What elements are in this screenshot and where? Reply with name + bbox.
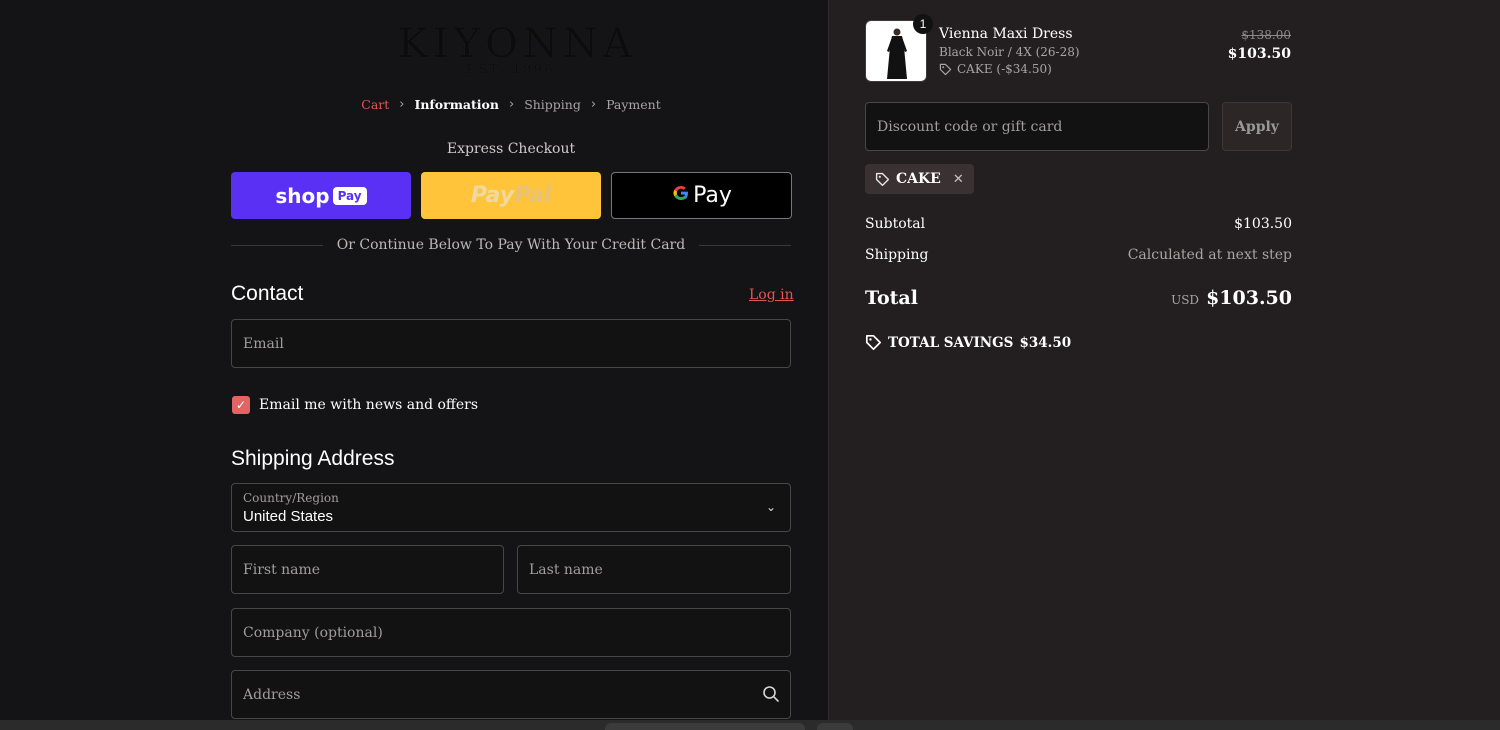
shipping-row: Shipping Calculated at next step: [865, 247, 1292, 263]
total-value: $103.50: [1206, 287, 1292, 309]
shop-pay-text: shop: [275, 183, 330, 208]
first-name-field[interactable]: [231, 545, 504, 594]
google-g-icon: [671, 183, 691, 209]
email-field[interactable]: [231, 319, 791, 368]
compare-at-price: $138.00: [1241, 28, 1291, 42]
product-discount: CAKE (-$34.50): [939, 62, 1052, 76]
chevron-down-icon: ⌄: [765, 500, 776, 514]
divider-text: Or Continue Below To Pay With Your Credi…: [336, 237, 686, 253]
product-price: $103.50: [1227, 46, 1291, 62]
search-icon[interactable]: [762, 685, 780, 703]
product-variant: Black Noir / 4X (26-28): [939, 45, 1080, 59]
total-row: Total USD $103.50: [865, 287, 1292, 309]
breadcrumb: Cart › Information › Shipping › Payment: [231, 97, 791, 112]
divider-line: [231, 244, 323, 246]
discount-code-input[interactable]: [866, 103, 1208, 150]
subtotal-label: Subtotal: [865, 216, 926, 232]
address-field[interactable]: [231, 670, 791, 719]
country-label: Country/Region: [243, 491, 339, 505]
chevron-right-icon: ›: [399, 97, 405, 112]
breadcrumb-information: Information: [414, 97, 499, 112]
product-name: Vienna Maxi Dress: [939, 26, 1073, 42]
breadcrumb-cart[interactable]: Cart: [361, 97, 389, 112]
shipping-address-title: Shipping Address: [231, 447, 395, 470]
newsletter-label: Email me with news and offers: [259, 397, 479, 413]
dress-image: [887, 28, 907, 79]
quantity-badge: 1: [913, 14, 933, 34]
newsletter-option[interactable]: ✓ Email me with news and offers: [232, 396, 478, 414]
tag-icon: [939, 63, 952, 75]
country-select[interactable]: Country/Region United States ⌄: [231, 483, 791, 532]
tag-icon: [875, 172, 890, 186]
apply-button[interactable]: Apply: [1222, 102, 1292, 151]
savings-label: TOTAL SAVINGS: [888, 334, 1014, 351]
total-amount: USD $103.50: [1171, 287, 1292, 309]
shop-pay-chip: Pay: [332, 186, 367, 205]
divider-line: [699, 244, 791, 246]
last-name-input[interactable]: [518, 546, 790, 593]
last-name-field[interactable]: [517, 545, 791, 594]
tag-icon: [865, 334, 882, 351]
paypal-text-pal: Pal: [514, 183, 552, 208]
google-pay-button[interactable]: Pay: [611, 172, 792, 219]
address-input[interactable]: [232, 671, 790, 718]
browser-bottom-bar: [0, 720, 1500, 730]
paypal-text-pay: Pay: [470, 183, 515, 208]
google-pay-text: Pay: [693, 183, 732, 208]
applied-discount-chip: CAKE ✕: [865, 164, 974, 194]
express-checkout-title: Express Checkout: [446, 141, 576, 157]
remove-code-icon[interactable]: ✕: [953, 172, 964, 187]
company-field[interactable]: [231, 608, 791, 657]
discount-code-field[interactable]: [865, 102, 1209, 151]
total-savings: TOTAL SAVINGS $34.50: [865, 334, 1071, 351]
first-name-input[interactable]: [232, 546, 503, 593]
company-input[interactable]: [232, 609, 790, 656]
shipping-label: Shipping: [865, 247, 929, 263]
shipping-value: Calculated at next step: [1127, 247, 1292, 263]
applied-code-label: CAKE: [896, 171, 941, 187]
shop-pay-button[interactable]: shop Pay: [231, 172, 411, 219]
brand-name: KIYONNA: [398, 21, 637, 67]
bottom-tab: [817, 723, 853, 730]
chevron-right-icon: ›: [508, 97, 515, 112]
brand-logo[interactable]: KIYONNA EST. 1996: [398, 21, 637, 76]
payment-divider: Or Continue Below To Pay With Your Credi…: [231, 237, 791, 253]
paypal-button[interactable]: Pay Pal: [421, 172, 601, 219]
chevron-right-icon: ›: [590, 97, 597, 112]
newsletter-checkbox[interactable]: ✓: [232, 396, 250, 414]
country-value: United States: [243, 508, 334, 525]
breadcrumb-payment: Payment: [606, 97, 661, 112]
subtotal-row: Subtotal $103.50: [865, 216, 1292, 232]
product-discount-text: CAKE (-$34.50): [957, 62, 1052, 76]
bottom-tab: [605, 723, 805, 730]
savings-value: $34.50: [1019, 334, 1072, 351]
checkout-main-panel: KIYONNA EST. 1996 Cart › Information › S…: [0, 0, 828, 720]
breadcrumb-shipping: Shipping: [524, 97, 581, 112]
email-input[interactable]: [232, 320, 790, 367]
subtotal-value: $103.50: [1234, 216, 1292, 232]
currency-code: USD: [1171, 293, 1200, 307]
login-link[interactable]: Log in: [749, 287, 794, 303]
contact-title: Contact: [231, 282, 304, 305]
total-label: Total: [865, 287, 918, 309]
